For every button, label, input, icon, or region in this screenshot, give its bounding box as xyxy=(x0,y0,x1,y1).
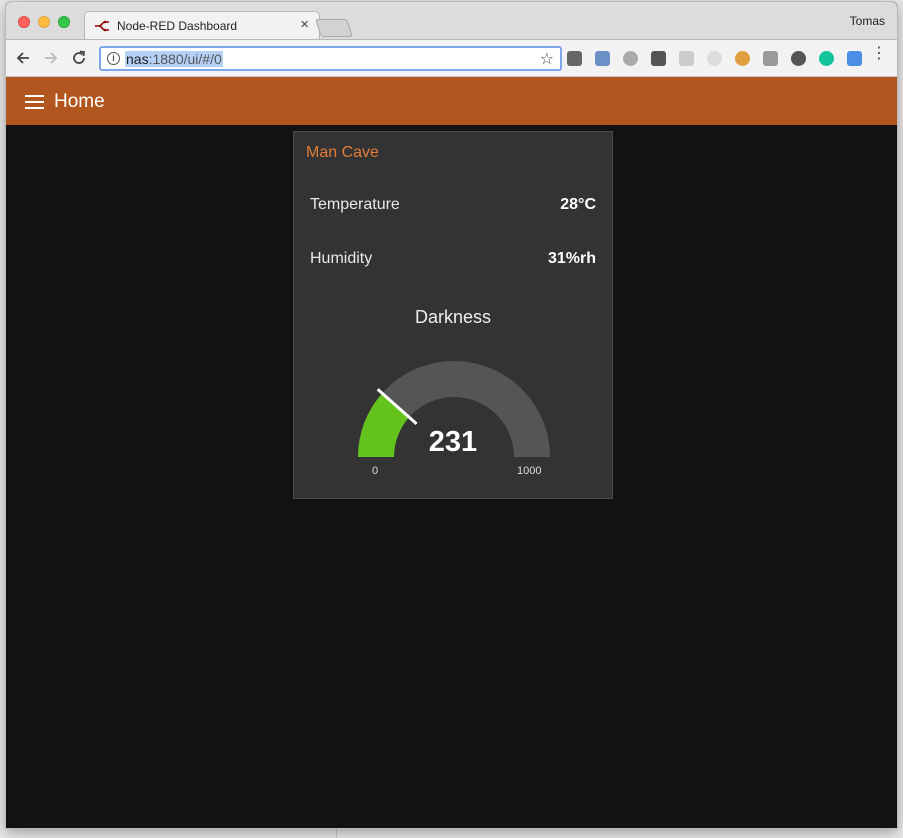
close-window-button[interactable] xyxy=(18,16,30,28)
tab-node-red-dashboard[interactable]: Node-RED Dashboard × xyxy=(84,11,320,41)
hamburger-menu-icon[interactable] xyxy=(25,95,44,109)
new-tab-button[interactable] xyxy=(315,19,353,37)
browser-window: Node-RED Dashboard × Tomas i nas:1880/ui… xyxy=(6,2,897,828)
translate-icon[interactable] xyxy=(847,51,862,66)
group-title: Man Cave xyxy=(306,144,379,161)
page-title: Home xyxy=(54,91,105,112)
circle-icon[interactable] xyxy=(623,51,638,66)
profile-name[interactable]: Tomas xyxy=(850,14,885,28)
tab-close-icon[interactable]: × xyxy=(300,17,309,33)
card-icon[interactable] xyxy=(595,51,610,66)
forward-icon[interactable] xyxy=(42,49,60,67)
address-bar[interactable]: i nas:1880/ui/#/0 ☆ xyxy=(99,46,562,71)
humidity-label: Humidity xyxy=(310,250,373,267)
node-red-icon xyxy=(95,20,109,32)
reload-icon[interactable] xyxy=(70,49,88,67)
tab-title: Node-RED Dashboard xyxy=(117,19,238,33)
menu-icon[interactable]: ⋮ xyxy=(871,46,887,62)
dashboard-header: Home xyxy=(6,77,897,125)
back-icon[interactable] xyxy=(14,49,32,67)
gauge-min-label: 0 xyxy=(372,465,379,477)
zoom-window-button[interactable] xyxy=(58,16,70,28)
temperature-label: Temperature xyxy=(310,196,400,213)
url-text[interactable]: nas:1880/ui/#/0 xyxy=(125,51,223,67)
browser-toolbar: i nas:1880/ui/#/0 ☆ ⋮ xyxy=(6,39,897,77)
check-mail-icon[interactable] xyxy=(651,51,666,66)
gauge-max-label: 1000 xyxy=(517,465,542,477)
cookie-icon[interactable] xyxy=(735,51,750,66)
grid-icon[interactable] xyxy=(679,51,694,66)
grammarly-icon[interactable] xyxy=(819,51,834,66)
info-icon[interactable]: i xyxy=(107,52,120,65)
image-icon[interactable] xyxy=(763,51,778,66)
gauge-value: 231 xyxy=(428,426,478,458)
minimize-window-button[interactable] xyxy=(38,16,50,28)
group-card: Man Cave Temperature 28°C Humidity 31%rh… xyxy=(293,131,613,499)
gauge-title: Darkness xyxy=(414,307,492,327)
tab-strip: Node-RED Dashboard × Tomas xyxy=(6,2,897,41)
info-icon[interactable] xyxy=(791,51,806,66)
disc-icon[interactable] xyxy=(707,51,722,66)
bookmark-star-icon[interactable]: ☆ xyxy=(540,49,554,69)
darkness-gauge xyxy=(358,361,550,457)
desktop-divider xyxy=(336,828,337,838)
temperature-value: 28°C xyxy=(560,196,596,213)
humidity-value: 31%rh xyxy=(547,250,596,267)
gear-icon[interactable] xyxy=(567,51,582,66)
